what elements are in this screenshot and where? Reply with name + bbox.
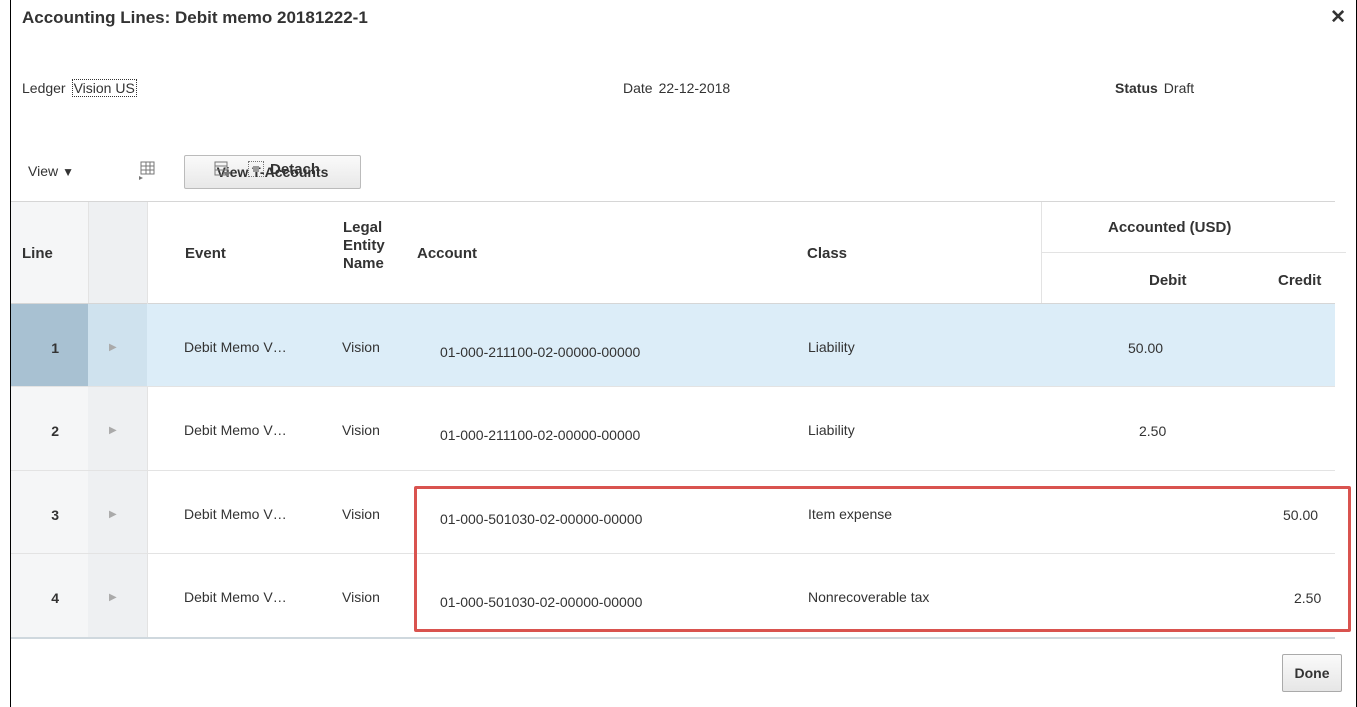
row-account: 01-000-501030-02-00000-00000 <box>440 594 643 610</box>
expand-column-header-bg <box>88 202 147 303</box>
row-line: 3 <box>51 507 59 523</box>
row-credit: 50.00 <box>1283 507 1319 523</box>
row-legal-entity: Vision <box>342 589 380 605</box>
row-credit: 2.50 <box>1294 590 1322 606</box>
row-account: 01-000-211100-02-00000-00000 <box>440 344 641 360</box>
expand-row-icon[interactable]: ▶ <box>109 342 117 353</box>
row-class: Nonrecoverable tax <box>808 589 930 605</box>
header-account[interactable]: Account <box>417 245 477 262</box>
table-bottom-border <box>11 637 1335 639</box>
expand-row-icon[interactable]: ▶ <box>109 509 117 520</box>
row-legal-entity: Vision <box>342 506 380 522</box>
row-line: 4 <box>51 590 59 606</box>
toolbar: View ▼ View T-Accounts Detach <box>11 151 1356 191</box>
row-debit: 2.50 <box>1139 423 1167 439</box>
header-class[interactable]: Class <box>807 245 847 262</box>
table-top-border <box>11 201 1335 202</box>
header-separator <box>88 202 89 303</box>
row-event: Debit Memo V… <box>184 506 287 522</box>
table-row[interactable]: 1 ▶ Debit Memo V… Vision 01-000-211100-0… <box>11 304 1335 387</box>
header-legal-entity-line3: Name <box>343 255 384 272</box>
row-expand-cell-selected <box>88 304 147 386</box>
row-expand-cell-bg <box>88 554 147 637</box>
row-event: Debit Memo V… <box>184 422 287 438</box>
row-expand-cell-bg <box>88 471 147 553</box>
row-line: 1 <box>51 340 59 356</box>
dialog-title: Accounting Lines: Debit memo 20181222-1 <box>22 8 368 27</box>
view-menu[interactable]: View ▼ <box>28 163 74 179</box>
ledger-field: Ledger Vision US <box>22 79 137 97</box>
date-field: Date 22-12-2018 <box>623 80 730 96</box>
query-by-example-icon[interactable] <box>213 160 233 180</box>
table-row[interactable]: 2 ▶ Debit Memo V… Vision 01-000-211100-0… <box>11 387 1335 471</box>
expand-row-icon[interactable]: ▶ <box>109 425 117 436</box>
row-event: Debit Memo V… <box>184 589 287 605</box>
row-debit: 50.00 <box>1128 340 1164 356</box>
row-class: Liability <box>808 339 855 355</box>
row-account: 01-000-501030-02-00000-00000 <box>440 511 643 527</box>
detach-icon <box>248 161 264 177</box>
status-value: Draft <box>1163 80 1195 96</box>
detach-label: Detach <box>270 161 321 178</box>
header-credit[interactable]: Credit <box>1278 272 1321 289</box>
date-label: Date <box>623 80 653 96</box>
row-class: Item expense <box>808 506 893 522</box>
header-legal-entity-line2: Entity <box>343 237 385 254</box>
header-line[interactable]: Line <box>22 245 53 262</box>
row-legal-entity: Vision <box>342 339 380 355</box>
row-class: Liability <box>808 422 855 438</box>
header-legal-entity-line1: Legal <box>343 219 383 236</box>
header-separator <box>1041 202 1042 303</box>
header-accounted-usd: Accounted (USD) <box>1108 219 1232 236</box>
status-label: Status <box>1115 80 1158 96</box>
header-debit[interactable]: Debit <box>1149 272 1187 289</box>
header-event[interactable]: Event <box>185 245 226 262</box>
done-button[interactable]: Done <box>1282 654 1342 692</box>
row-legal-entity: Vision <box>342 422 380 438</box>
header-legal-entity-name[interactable]: Legal Entity Name <box>343 219 385 273</box>
date-value: 22-12-2018 <box>658 80 731 96</box>
row-expand-cell-bg <box>88 387 147 470</box>
table-row[interactable]: 3 ▶ Debit Memo V… Vision 01-000-501030-0… <box>11 471 1335 554</box>
status-field: Status Draft <box>1115 80 1194 96</box>
row-line: 2 <box>51 423 59 439</box>
detach-button[interactable]: Detach <box>248 161 320 178</box>
ledger-label: Ledger <box>22 80 66 96</box>
row-event: Debit Memo V… <box>184 339 287 355</box>
close-icon[interactable]: ✕ <box>1330 6 1346 29</box>
view-menu-label: View <box>28 163 59 179</box>
caret-down-icon: ▼ <box>62 165 74 179</box>
expand-row-icon[interactable]: ▶ <box>109 592 117 603</box>
table-row[interactable]: 4 ▶ Debit Memo V… Vision 01-000-501030-0… <box>11 554 1335 638</box>
ledger-value[interactable]: Vision US <box>71 79 137 97</box>
freeze-columns-icon[interactable] <box>137 160 157 180</box>
accounted-divider <box>1041 252 1346 253</box>
row-account: 01-000-211100-02-00000-00000 <box>440 427 641 443</box>
